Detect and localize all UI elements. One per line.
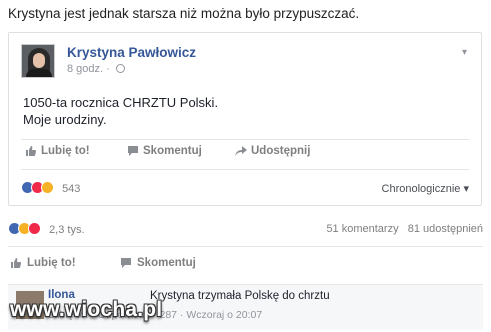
outer-actions: Lubię to! Skomentuj <box>8 257 483 273</box>
comment-button[interactable]: Skomentuj <box>120 257 196 269</box>
sad-reaction-icon <box>41 181 54 194</box>
comment-count[interactable]: 51 komentarzy <box>326 223 398 235</box>
sort-dropdown[interactable]: Chronologicznie ▾ <box>382 182 469 195</box>
outer-reaction-count[interactable]: 2,3 tys. <box>49 224 84 236</box>
outer-reactions: 2,3 tys. 51 komentarzy 81 udostępnień <box>8 222 483 238</box>
comment-button[interactable]: Skomentuj <box>127 145 202 157</box>
like-button[interactable]: Lubię to! <box>10 257 76 269</box>
comment-icon <box>121 258 131 268</box>
post-actions: Lubię to! Skomentuj Udostępnij <box>21 145 469 163</box>
author-avatar[interactable] <box>21 44 55 78</box>
chevron-down-icon[interactable]: ▾ <box>462 47 467 58</box>
comment-icon <box>128 146 138 156</box>
globe-icon <box>115 64 125 73</box>
thumbs-up-icon <box>26 146 37 156</box>
post-body: 1050-ta rocznica CHRZTU Polski. Moje uro… <box>23 94 218 128</box>
reaction-count[interactable]: 543 <box>62 183 80 195</box>
divider <box>21 139 469 140</box>
comment-label: Skomentuj <box>143 145 202 157</box>
post-text-line2: Moje urodziny. <box>23 112 107 127</box>
like-label: Lubię to! <box>41 145 90 157</box>
shared-post-card: Krystyna Pawłowicz 8 godz. · ▾ 1050-ta r… <box>8 32 482 206</box>
divider <box>8 246 483 247</box>
comment-label: Skomentuj <box>137 257 196 269</box>
share-icon <box>235 146 247 156</box>
engagement-summary: 51 komentarzy 81 udostępnień <box>326 223 483 235</box>
post-header: Krystyna Pawłowicz 8 godz. · ▾ <box>21 44 471 78</box>
watermark: www.wiocha.pl <box>10 298 163 321</box>
share-button[interactable]: Udostępnij <box>235 145 310 157</box>
thumbs-up-icon <box>11 258 22 268</box>
share-count[interactable]: 81 udostępnień <box>408 223 483 235</box>
like-label: Lubię to! <box>27 257 76 269</box>
caption-text: Krystyna jest jednak starsza niż można b… <box>8 6 360 21</box>
author-name[interactable]: Krystyna Pawłowicz <box>67 45 196 60</box>
post-time-text: 8 godz. · <box>67 63 110 75</box>
reaction-icons[interactable] <box>21 181 54 194</box>
like-button[interactable]: Lubię to! <box>25 145 90 157</box>
love-reaction-icon <box>28 222 41 235</box>
post-reactions: 543 Chronologicznie ▾ <box>21 181 469 197</box>
share-label: Udostępnij <box>251 145 311 157</box>
comment-text: Krystyna trzymała Polskę do chrztu <box>150 290 330 302</box>
reaction-icons[interactable] <box>8 222 41 235</box>
post-text-line1: 1050-ta rocznica CHRZTU Polski. <box>23 95 219 110</box>
post-time[interactable]: 8 godz. · <box>67 63 125 75</box>
divider <box>21 169 469 170</box>
